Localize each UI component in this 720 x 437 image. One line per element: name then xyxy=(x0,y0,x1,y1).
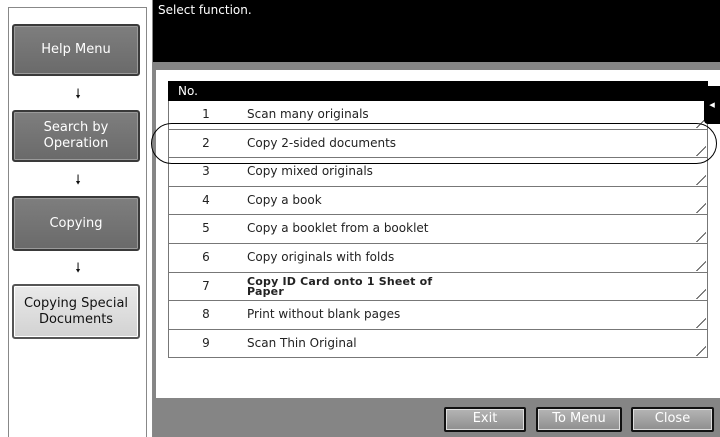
row-number: 1 xyxy=(202,107,210,121)
column-header: No. xyxy=(168,81,708,101)
header-bar: Select function. xyxy=(153,0,720,62)
exit-button[interactable]: Exit xyxy=(444,407,526,432)
row-number: 7 xyxy=(202,278,210,293)
row-label: Scan Thin Original xyxy=(247,335,357,350)
nav-copying-special-documents-label: Copying Special Documents xyxy=(23,295,129,327)
corner-mark-icon xyxy=(696,317,706,328)
row-label: Print without blank pages xyxy=(247,307,401,322)
nav-copying-button[interactable]: Copying xyxy=(12,196,140,251)
row-number: 6 xyxy=(202,249,210,264)
row-label: Copy originals with folds xyxy=(247,249,395,264)
row-label: Copy a booklet from a booklet xyxy=(247,221,429,236)
row-label: Copy ID Card onto 1 Sheet of Paper xyxy=(247,274,433,298)
nav-copying-label: Copying xyxy=(49,215,103,231)
side-panel-tab[interactable]: ◂ xyxy=(704,86,720,124)
nav-help-menu-button[interactable]: Help Menu xyxy=(12,24,140,76)
nav-search-by-operation-button[interactable]: Search by Operation xyxy=(12,110,140,162)
corner-mark-icon xyxy=(696,289,706,300)
down-arrow-icon: 🠗 xyxy=(75,87,81,102)
row-label: Copy a book xyxy=(247,192,322,207)
row-number: 9 xyxy=(202,335,210,350)
nav-copying-special-documents-button[interactable]: Copying Special Documents xyxy=(12,284,140,339)
table-row[interactable]: 3 Copy mixed originals xyxy=(168,158,708,187)
row-number: 5 xyxy=(202,221,210,236)
corner-mark-icon xyxy=(696,231,706,242)
row-number: 3 xyxy=(202,164,210,179)
nav-search-by-operation-label: Search by Operation xyxy=(43,120,109,151)
row-number: 4 xyxy=(202,192,210,207)
to-menu-button[interactable]: To Menu xyxy=(536,407,622,432)
table-row[interactable]: 7 Copy ID Card onto 1 Sheet of Paper xyxy=(168,272,708,302)
nav-help-menu-label: Help Menu xyxy=(41,42,111,57)
row-label: Copy mixed originals xyxy=(247,164,373,179)
row-label: Scan many originals xyxy=(247,107,369,121)
table-row[interactable]: 5 Copy a booklet from a booklet xyxy=(168,215,708,244)
corner-mark-icon xyxy=(696,260,706,271)
table-row[interactable]: 6 Copy originals with folds xyxy=(168,243,708,273)
table-row[interactable]: 1 Scan many originals xyxy=(168,101,708,130)
corner-mark-icon xyxy=(696,174,706,185)
table-row[interactable]: 8 Print without blank pages xyxy=(168,301,708,330)
close-button[interactable]: Close xyxy=(631,407,714,432)
left-nav-panel: Help Menu 🠗 Search by Operation 🠗 Copyin… xyxy=(0,0,153,437)
corner-mark-icon xyxy=(696,146,706,157)
table-row[interactable]: 4 Copy a book xyxy=(168,186,708,216)
table-row[interactable]: 2 Copy 2-sided documents xyxy=(168,129,708,159)
header-prompt: Select function. xyxy=(158,3,252,17)
row-label: Copy 2-sided documents xyxy=(247,135,397,150)
row-number: 2 xyxy=(202,135,210,150)
corner-mark-icon xyxy=(696,346,706,357)
row-number: 8 xyxy=(202,307,210,322)
down-arrow-icon: 🠗 xyxy=(75,261,81,276)
corner-mark-icon xyxy=(696,203,706,214)
collapse-arrow-icon: ◂ xyxy=(709,98,715,111)
function-table: No. 1 Scan many originals 2 Copy 2-sided… xyxy=(168,81,708,359)
table-row[interactable]: 9 Scan Thin Original xyxy=(168,329,708,359)
down-arrow-icon: 🠗 xyxy=(75,173,81,188)
